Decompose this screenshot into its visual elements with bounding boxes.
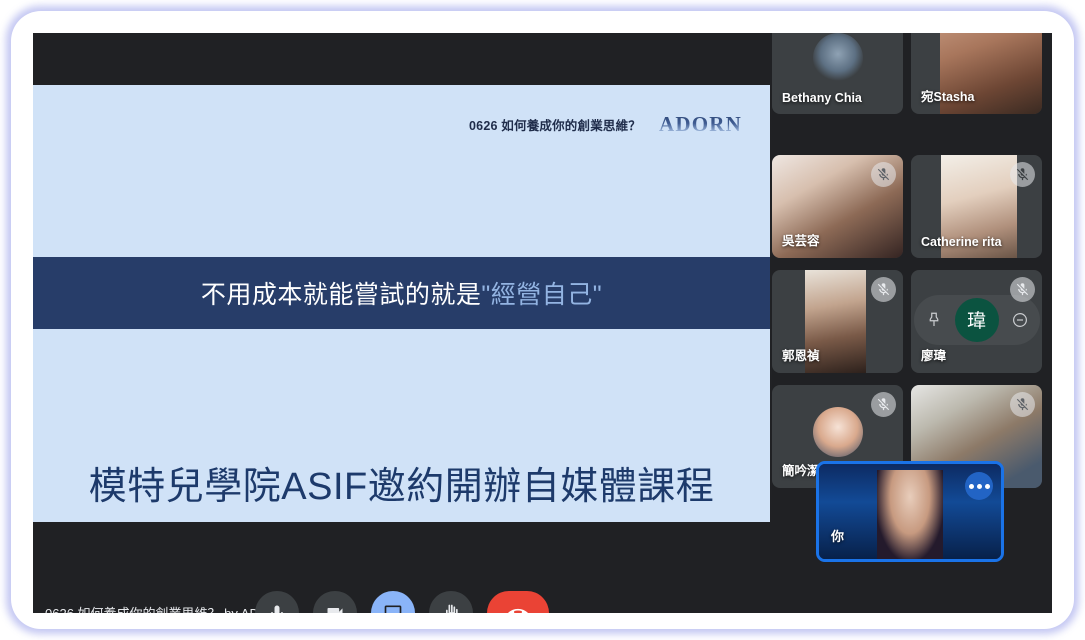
participants-rail[interactable]: Bethany Chia 宛Stasha 吳芸容 Catherine rita bbox=[770, 33, 1052, 613]
raise-hand-button[interactable] bbox=[428, 591, 473, 613]
remove-participant-icon[interactable] bbox=[1008, 308, 1032, 332]
mic-muted-icon bbox=[1010, 162, 1035, 187]
avatar bbox=[812, 33, 863, 84]
participant-name: 郭恩禎 bbox=[782, 349, 820, 363]
banner-highlight-text: "經營自己" bbox=[481, 281, 603, 309]
participant-name: 吳芸容 bbox=[782, 234, 820, 248]
self-view-tile[interactable]: 你 bbox=[816, 461, 1004, 562]
avatar bbox=[812, 407, 863, 458]
call-toolbar bbox=[33, 591, 770, 613]
slide-header-title: 0626 如何養成你的創業思維？ bbox=[469, 119, 641, 133]
participant-name: Catherine rita bbox=[921, 235, 1002, 249]
participant-name: 廖瑋 bbox=[921, 349, 947, 363]
present-screen-button[interactable] bbox=[370, 591, 415, 613]
mic-muted-icon bbox=[871, 277, 896, 302]
slide-header: 0626 如何養成你的創業思維？ ADORN bbox=[469, 112, 742, 137]
mic-muted-icon bbox=[871, 162, 896, 187]
camera-button[interactable] bbox=[312, 591, 357, 613]
presentation-slide: 0626 如何養成你的創業思維？ ADORN 不用成本就能嘗試的就是"經營自己"… bbox=[33, 85, 770, 522]
adorn-brand-logo: ADORN bbox=[659, 112, 742, 136]
end-call-button[interactable] bbox=[486, 591, 549, 613]
participant-tile[interactable]: 郭恩禎 bbox=[772, 270, 903, 373]
participant-name: 簡吟潔 bbox=[782, 464, 820, 478]
video-call-window: 0626 如何養成你的創業思維？ ADORN 不用成本就能嘗試的就是"經營自己"… bbox=[33, 33, 1052, 613]
participant-hover-controls[interactable]: 瑋 bbox=[913, 294, 1040, 345]
participant-tile-hovered[interactable]: 瑋 廖瑋 bbox=[911, 270, 1042, 373]
participant-tile[interactable]: 宛Stasha bbox=[911, 33, 1042, 114]
pin-icon[interactable] bbox=[922, 308, 946, 332]
presentation-stage[interactable]: 0626 如何養成你的創業思維？ ADORN 不用成本就能嘗試的就是"經營自己"… bbox=[33, 33, 770, 613]
participant-tile[interactable]: 吳芸容 bbox=[772, 155, 903, 258]
self-view-label: 你 bbox=[831, 529, 845, 544]
participant-tile[interactable]: Bethany Chia bbox=[772, 33, 903, 114]
avatar: 瑋 bbox=[954, 297, 999, 342]
banner-main-text: 不用成本就能嘗試的就是 bbox=[200, 281, 482, 309]
slide-banner-text: 不用成本就能嘗試的就是"經營自己" bbox=[201, 275, 602, 311]
microphone-button[interactable] bbox=[254, 591, 299, 613]
slide-main-title: 模特兒學院ASIF邀約開辦自媒體課程 bbox=[88, 466, 715, 508]
mic-muted-icon bbox=[871, 392, 896, 417]
participant-name: Bethany Chia bbox=[782, 91, 862, 105]
participant-name: 宛Stasha bbox=[921, 90, 975, 104]
slide-banner: 不用成本就能嘗試的就是"經營自己" bbox=[33, 257, 770, 329]
more-options-button[interactable] bbox=[965, 472, 993, 500]
mic-muted-icon bbox=[1010, 392, 1035, 417]
participant-tile[interactable]: Catherine rita bbox=[911, 155, 1042, 258]
